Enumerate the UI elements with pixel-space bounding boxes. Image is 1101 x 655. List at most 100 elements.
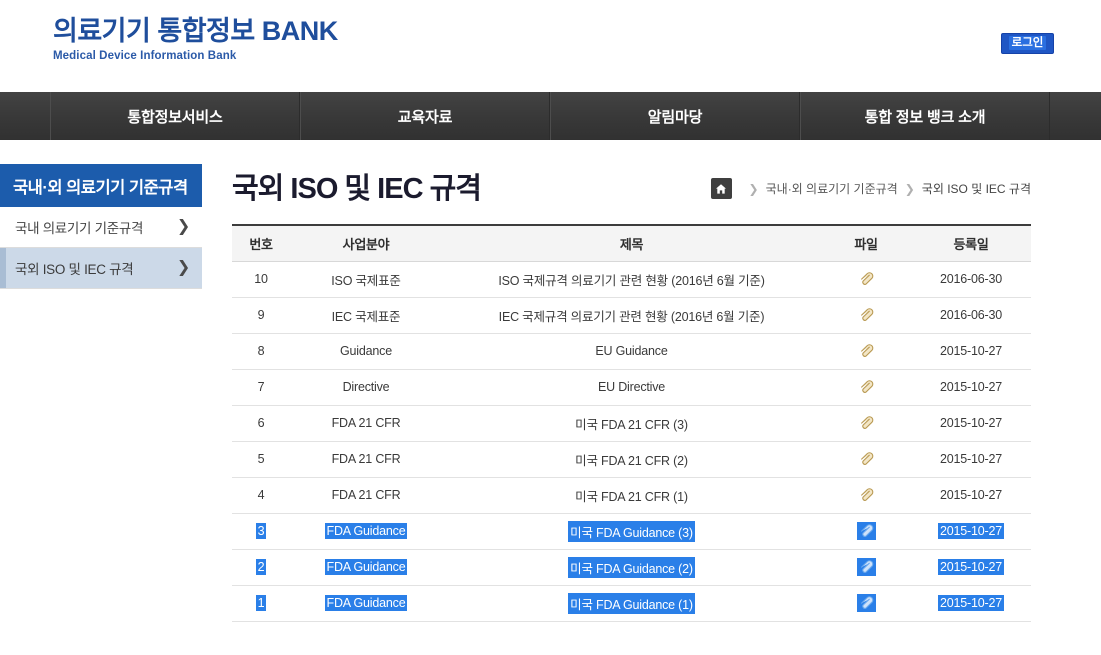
- cell-field: FDA Guidance: [290, 513, 442, 550]
- cell-field: FDA 21 CFR: [290, 477, 442, 514]
- table-header: 번호 사업분야 제목 파일 등록일: [232, 225, 1031, 262]
- nav-item-notice-board[interactable]: 알림마당: [550, 92, 800, 140]
- cell-field: FDA 21 CFR: [290, 405, 442, 442]
- cell-file[interactable]: [821, 585, 911, 622]
- site-logo[interactable]: 의료기기 통합정보 BANK Medical Device Informatio…: [53, 18, 338, 63]
- cell-field: FDA Guidance: [290, 585, 442, 622]
- paperclip-icon[interactable]: [856, 522, 876, 540]
- cell-date: 2015-10-27: [911, 585, 1031, 622]
- table-row[interactable]: 8 Guidance EU Guidance 2015-10-27: [232, 333, 1031, 370]
- nav-item-label: 통합 정보 뱅크 소개: [864, 108, 986, 126]
- table-header-no: 번호: [232, 225, 290, 262]
- paperclip-icon[interactable]: [859, 379, 874, 393]
- cell-file[interactable]: [821, 333, 911, 370]
- table-row[interactable]: 3 FDA Guidance 미국 FDA Guidance (3) 2015-10-…: [232, 513, 1031, 550]
- table-row[interactable]: 5 FDA 21 CFR 미국 FDA 21 CFR (2) 2015-10-27: [232, 441, 1031, 478]
- cell-title[interactable]: 미국 FDA Guidance (1): [442, 585, 821, 622]
- breadcrumb-separator: ❯: [748, 181, 759, 196]
- table-row[interactable]: 2 FDA Guidance 미국 FDA Guidance (2) 2015-10-…: [232, 549, 1031, 586]
- table-header-title: 제목: [442, 225, 821, 262]
- cell-date: 2015-10-27: [911, 333, 1031, 370]
- breadcrumb-separator: ❯: [904, 181, 915, 196]
- cell-field: IEC 국제표준: [290, 297, 442, 334]
- breadcrumb-item-current: 국외 ISO 및 IEC 규격: [921, 182, 1031, 196]
- nav-item-education-materials[interactable]: 교육자료: [300, 92, 550, 140]
- cell-date: 2015-10-27: [911, 369, 1031, 406]
- table-row[interactable]: 6 FDA 21 CFR 미국 FDA 21 CFR (3) 2015-10-27: [232, 405, 1031, 442]
- login-button[interactable]: 로그인: [1001, 33, 1054, 54]
- site-header: 의료기기 통합정보 BANK Medical Device Informatio…: [0, 0, 1101, 92]
- table-row[interactable]: 9 IEC 국제표준 IEC 국제규격 의료기기 관련 현황 (2016년 6월 기…: [232, 297, 1031, 334]
- nav-item-label: 통합정보서비스: [127, 108, 223, 126]
- chevron-right-icon: ❯: [176, 259, 190, 276]
- sidebar-item-foreign-iso-iec[interactable]: 국외 ISO 및 IEC 규격 ❯: [0, 248, 202, 289]
- nav-item-about-bank[interactable]: 통합 정보 뱅크 소개: [800, 92, 1050, 140]
- cell-file[interactable]: [821, 549, 911, 586]
- cell-no: 8: [232, 333, 290, 370]
- cell-date: 2015-10-27: [911, 441, 1031, 478]
- cell-field: FDA Guidance: [290, 549, 442, 586]
- brand-subtitle: Medical Device Information Bank: [53, 50, 237, 62]
- table-body: 10 ISO 국제표준 ISO 국제규격 의료기기 관련 현황 (2016년 6월 …: [232, 261, 1031, 622]
- cell-date: 2016-06-30: [911, 297, 1031, 334]
- cell-field: Guidance: [290, 333, 442, 370]
- cell-field: ISO 국제표준: [290, 261, 442, 298]
- sidebar-title: 국내·외 의료기기 기준규격: [0, 164, 202, 207]
- paperclip-icon[interactable]: [856, 594, 876, 612]
- cell-no: 3: [232, 513, 290, 550]
- cell-title[interactable]: EU Directive: [442, 369, 821, 406]
- table-row[interactable]: 1 FDA Guidance 미국 FDA Guidance (1) 2015-10-…: [232, 585, 1031, 622]
- table-row[interactable]: 7 Directive EU Directive 2015-10-27: [232, 369, 1031, 406]
- paperclip-icon[interactable]: [859, 271, 874, 285]
- cell-title[interactable]: 미국 FDA 21 CFR (1): [442, 477, 821, 514]
- cell-title[interactable]: 미국 FDA 21 CFR (2): [442, 441, 821, 478]
- home-icon[interactable]: [710, 178, 732, 199]
- sidebar-item-domestic-standards[interactable]: 국내 의료기기 기준규격 ❯: [0, 207, 202, 248]
- main-navigation: 통합정보서비스 교육자료 알림마당 통합 정보 뱅크 소개: [0, 92, 1101, 140]
- paperclip-icon[interactable]: [859, 343, 874, 357]
- cell-date: 2016-06-30: [911, 261, 1031, 298]
- breadcrumb-item-parent[interactable]: 국내·외 의료기기 기준규격: [766, 180, 898, 197]
- table-header-file: 파일: [821, 225, 911, 262]
- cell-title[interactable]: IEC 국제규격 의료기기 관련 현황 (2016년 6월 기준): [442, 297, 821, 334]
- paperclip-icon[interactable]: [859, 487, 874, 501]
- cell-file[interactable]: [821, 513, 911, 550]
- cell-file[interactable]: [821, 261, 911, 298]
- cell-file[interactable]: [821, 477, 911, 514]
- cell-no: 10: [232, 261, 290, 298]
- cell-no: 6: [232, 405, 290, 442]
- cell-no: 4: [232, 477, 290, 514]
- brand-title: 의료기기 통합정보 BANK: [53, 16, 338, 46]
- cell-title[interactable]: 미국 FDA Guidance (3): [442, 513, 821, 550]
- cell-title[interactable]: 미국 FDA Guidance (2): [442, 549, 821, 586]
- cell-field: FDA 21 CFR: [290, 441, 442, 478]
- cell-no: 7: [232, 369, 290, 406]
- cell-file[interactable]: [821, 297, 911, 334]
- paperclip-icon[interactable]: [859, 415, 874, 429]
- table-header-date: 등록일: [911, 225, 1031, 262]
- nav-item-integrated-info-service[interactable]: 통합정보서비스: [50, 92, 300, 140]
- page-body: 국내·외 의료기기 기준규격 국내 의료기기 기준규격 ❯ 국외 ISO 및 I…: [0, 140, 1101, 655]
- login-button-label: 로그인: [1008, 36, 1047, 50]
- cell-title[interactable]: EU Guidance: [442, 333, 821, 370]
- cell-file[interactable]: [821, 441, 911, 478]
- cell-title[interactable]: 미국 FDA 21 CFR (3): [442, 405, 821, 442]
- cell-file[interactable]: [821, 405, 911, 442]
- paperclip-icon[interactable]: [859, 307, 874, 321]
- paperclip-icon[interactable]: [859, 451, 874, 465]
- table-row[interactable]: 10 ISO 국제표준 ISO 국제규격 의료기기 관련 현황 (2016년 6월 …: [232, 261, 1031, 298]
- cell-no: 5: [232, 441, 290, 478]
- sidebar-item-label: 국내 의료기기 기준규격: [15, 221, 144, 236]
- cell-file[interactable]: [821, 369, 911, 406]
- sidebar: 국내·외 의료기기 기준규격 국내 의료기기 기준규격 ❯ 국외 ISO 및 I…: [0, 140, 202, 289]
- cell-field: Directive: [290, 369, 442, 406]
- content-header: 국외 ISO 및 IEC 규격 ❯ 국내·외 의료기기 기준규격 ❯ 국외 IS…: [232, 140, 1031, 212]
- chevron-right-icon: ❯: [176, 218, 190, 235]
- page-title: 국외 ISO 및 IEC 규격: [232, 173, 482, 205]
- table-header-field: 사업분야: [290, 225, 442, 262]
- table-row[interactable]: 4 FDA 21 CFR 미국 FDA 21 CFR (1) 2015-10-27: [232, 477, 1031, 514]
- standards-table: 번호 사업분야 제목 파일 등록일 10 ISO 국제표준 ISO 국제규격 의료기…: [232, 224, 1031, 622]
- cell-date: 2015-10-27: [911, 477, 1031, 514]
- cell-title[interactable]: ISO 국제규격 의료기기 관련 현황 (2016년 6월 기준): [442, 261, 821, 298]
- paperclip-icon[interactable]: [856, 558, 876, 576]
